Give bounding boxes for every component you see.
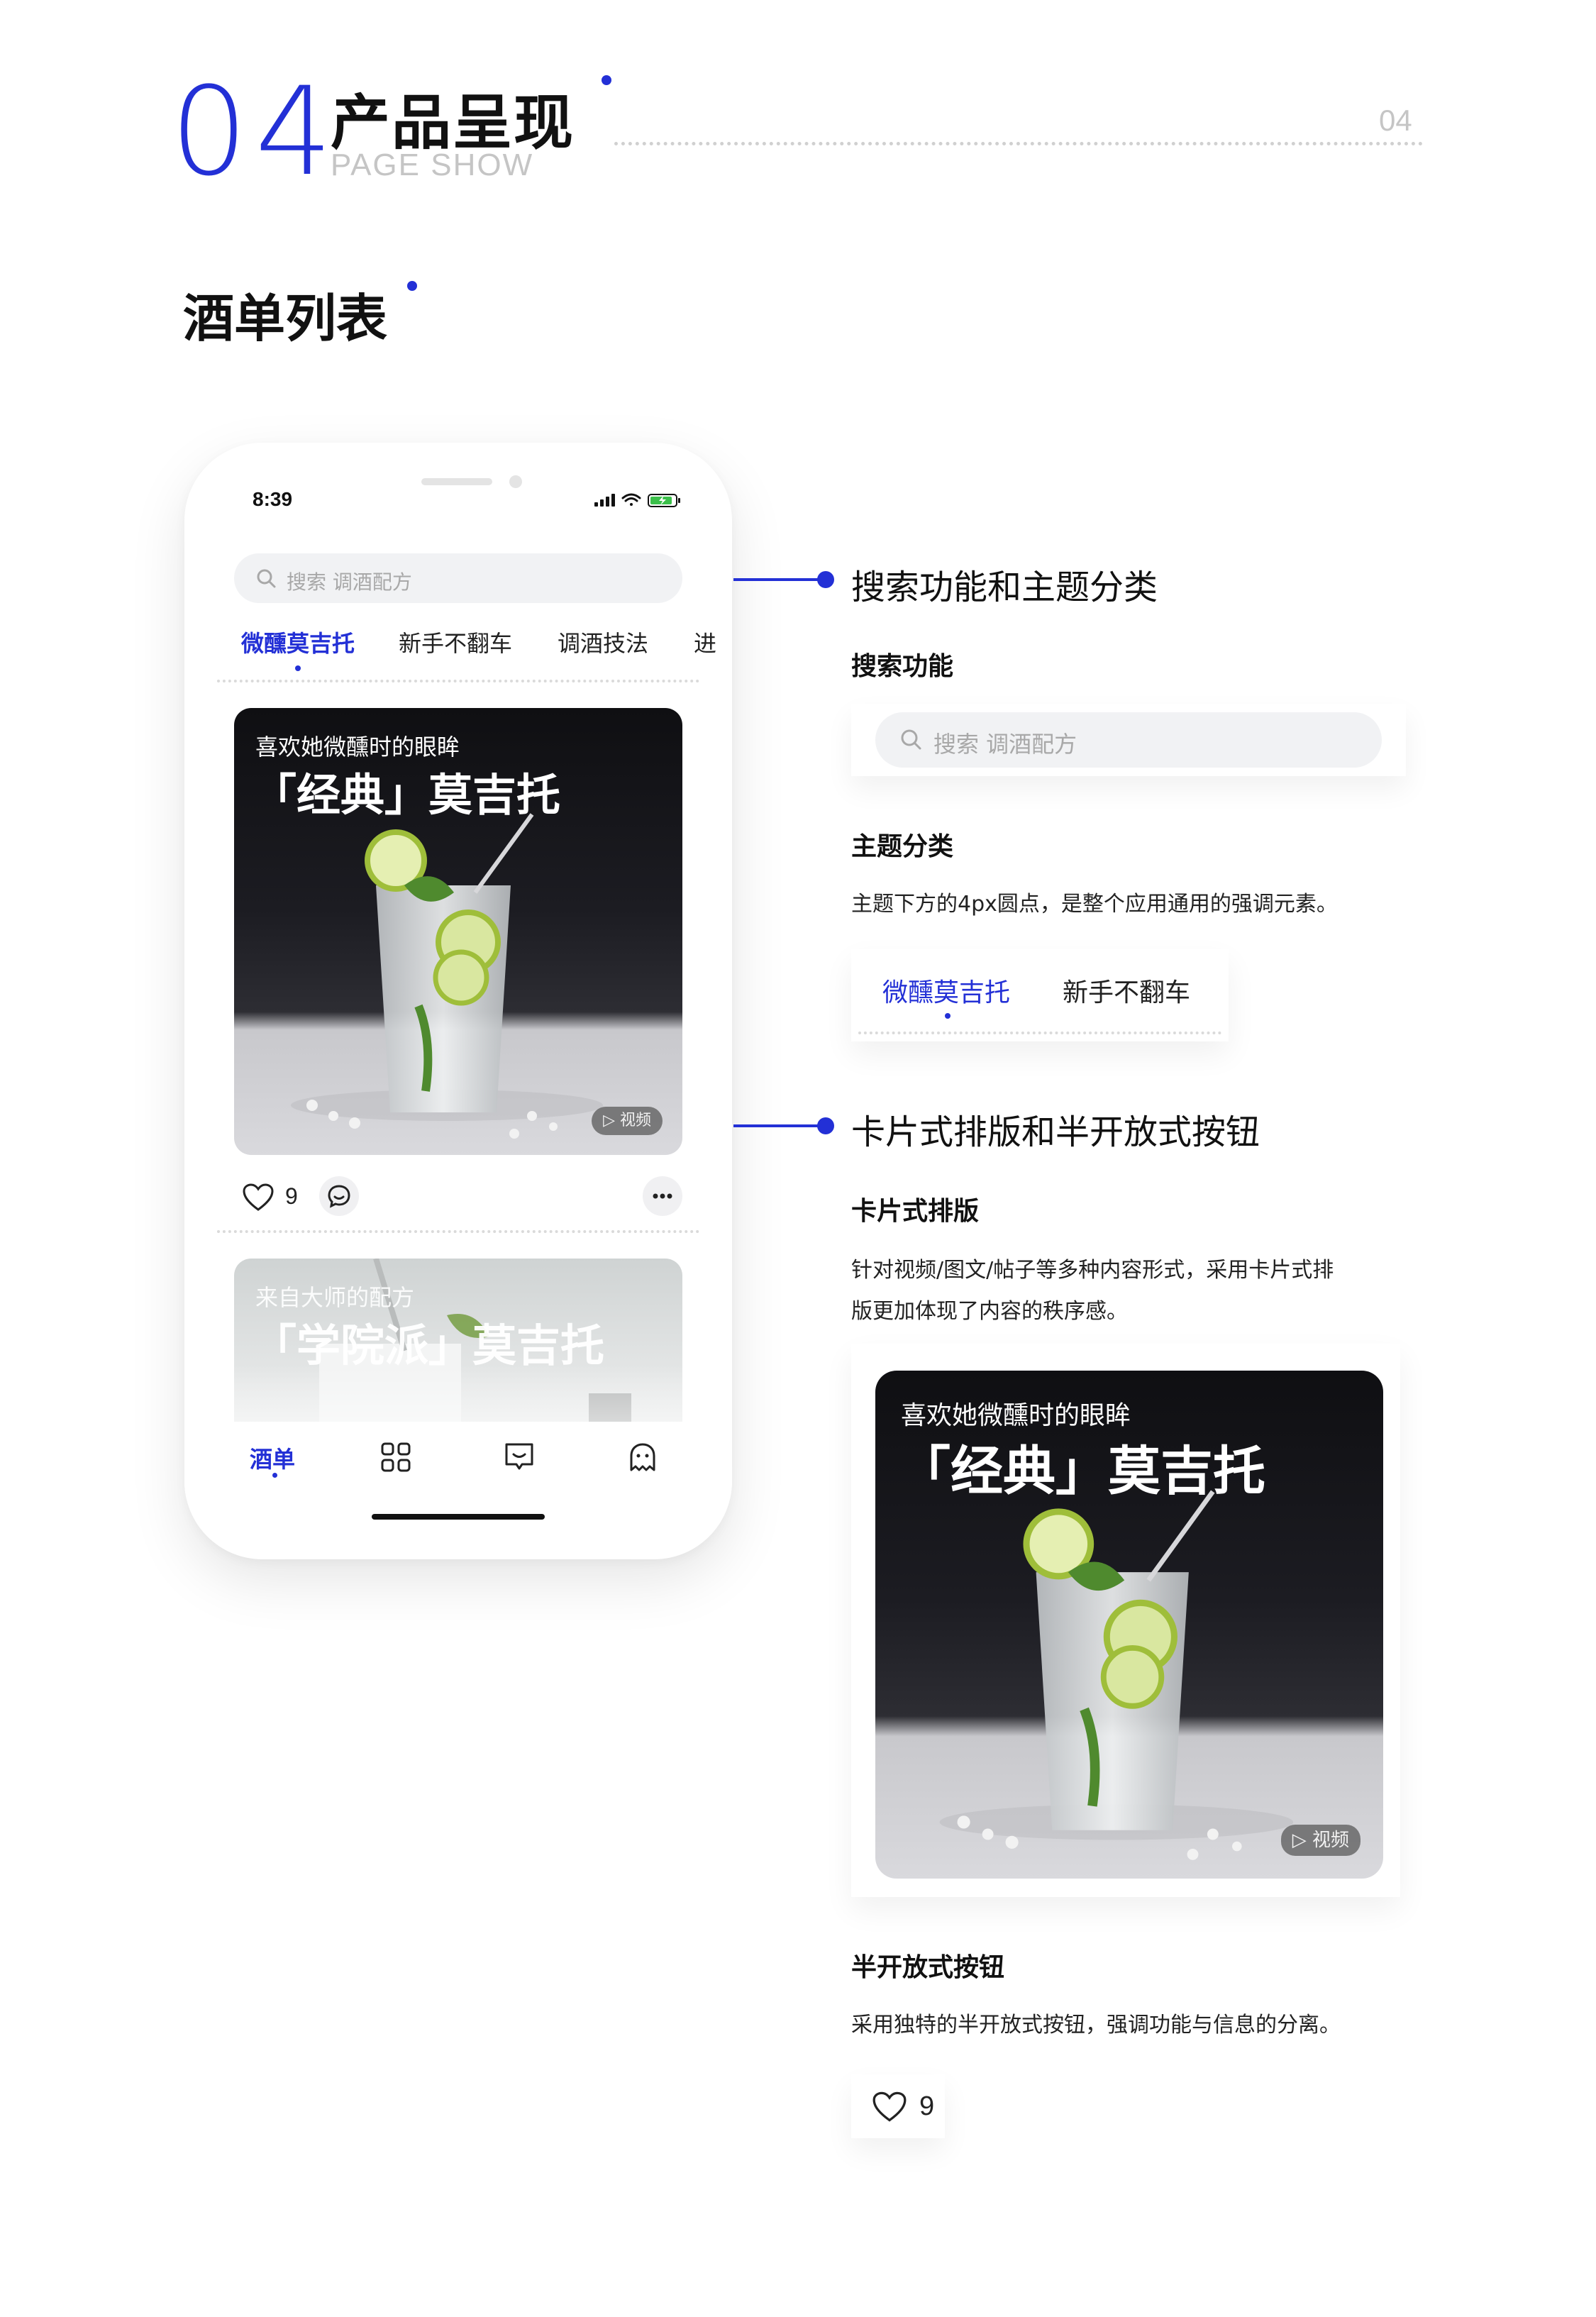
theme-tabs: 微醺莫吉托 新手不翻车 调酒技法 进 [184,626,732,671]
header-dotted-divider [614,142,1423,145]
video-badge-label: 视频 [619,1112,651,1129]
connector-line-2 [733,1124,826,1127]
theme-description: 主题下方的4px圆点，是整个应用通用的强调元素。 [851,892,1338,917]
card-dotted-divider [217,1230,699,1233]
battery-icon [648,494,680,507]
annotation-heading-search: 搜索功能和主题分类 [851,568,1158,607]
tab-beginner[interactable]: 新手不翻车 [399,626,512,658]
wifi-icon [621,493,641,506]
like-sample-count: 9 [919,2091,935,2121]
page-number: 04 [1379,104,1412,137]
card-layout-label: 卡片式排版 [851,1197,980,1226]
half-open-button-desc: 采用独特的半开放式按钮，强调功能与信息的分离。 [851,2013,1341,2037]
tabs-dotted-divider [217,680,699,682]
nav-active-dot [272,1473,277,1478]
theme-sample-panel: 微醺莫吉托 新手不翻车 [851,949,1229,1041]
tab-mojito[interactable]: 微醺莫吉托 [241,626,355,658]
connector-dot-2 [817,1117,834,1134]
sample-tab-beginner[interactable]: 新手不翻车 [1063,972,1190,1009]
card-subtitle: 喜欢她微醺时的眼眸 [255,734,460,761]
more-icon [653,1193,672,1199]
annotation-heading-card: 卡片式排版和半开放式按钮 [851,1112,1260,1152]
comment-icon [328,1185,350,1208]
nav-community[interactable] [504,1442,535,1476]
grid-icon [381,1442,411,1472]
more-button[interactable] [643,1176,682,1216]
theme-label: 主题分类 [851,832,954,861]
like-count: 9 [285,1183,298,1209]
sample-tab-mojito[interactable]: 微醺莫吉托 [882,972,1010,1009]
card-sample-video-badge: ▷ 视频 [1280,1825,1361,1856]
page-subtitle: PAGE SHOW [331,148,534,182]
heart-icon[interactable] [872,2091,907,2123]
nav-grid[interactable] [380,1442,411,1476]
card-sample-panel: 喜欢她微醺时的眼眸 「经典」莫吉托 ▷ 视频 [851,1344,1400,1897]
chat-icon [505,1443,533,1470]
tab-technique[interactable]: 调酒技法 [558,626,648,658]
card-sample-title: 「经典」莫吉托 [898,1441,1265,1502]
card-title: 「经典」莫吉托 [253,769,561,821]
home-indicator [372,1514,545,1520]
tab-more[interactable]: 进 [694,626,716,658]
bottom-nav: 酒单 [184,1422,732,1500]
card2-subtitle: 来自大师的配方 [255,1284,415,1311]
heart-icon[interactable] [243,1183,274,1212]
signal-icon [594,494,615,507]
nav-profile[interactable] [627,1442,658,1476]
section-number: 04 [170,60,340,203]
card-sample-subtitle: 喜欢她微醺时的眼眸 [901,1401,1131,1430]
phone-mockup: 8:39 搜索 调酒配方 微醺莫吉托 新手不翻车 调酒技法 进 喜欢她微醺时的眼… [184,443,732,1559]
nav-drinks-label: 酒单 [250,1446,296,1473]
play-icon: ▷ [1292,1830,1312,1851]
search-icon [257,569,276,588]
cocktail-card[interactable]: 喜欢她微醺时的眼眸 「经典」莫吉托 ▷ 视频 [234,708,682,1155]
ghost-icon [630,1443,655,1471]
front-camera [509,475,522,488]
video-badge: ▷ 视频 [592,1107,663,1135]
status-time: 8:39 [253,488,293,510]
sample-active-dot [945,1013,951,1019]
connector-dot-1 [817,571,834,588]
search-sample-panel: 搜索 调酒配方 [851,704,1406,776]
card-actions: 9 [234,1176,682,1219]
search-label: 搜索功能 [851,652,954,681]
section-accent-dot [407,281,417,291]
title-accent-dot [602,75,611,85]
connector-line-1 [733,578,826,581]
speaker-pill [421,478,492,485]
card-layout-desc-1: 针对视频/图文/帖子等多种内容形式，采用卡片式排 [851,1258,1334,1283]
search-sample-input[interactable]: 搜索 调酒配方 [875,712,1382,768]
search-input[interactable]: 搜索 调酒配方 [234,553,682,603]
status-icons [594,492,688,511]
card-layout-desc-2: 版更加体现了内容的秩序感。 [851,1299,1128,1324]
comment-button[interactable] [319,1176,359,1216]
card2-title: 「学院派」莫吉托 [253,1320,605,1371]
like-sample-panel: 9 [851,2074,945,2138]
card-sample[interactable]: 喜欢她微醺时的眼眸 「经典」莫吉托 ▷ 视频 [875,1371,1383,1879]
search-icon [901,729,921,750]
search-placeholder: 搜索 调酒配方 [287,570,412,594]
search-sample-placeholder: 搜索 调酒配方 [933,731,1077,758]
card-sample-badge-label: 视频 [1312,1830,1349,1851]
active-tab-dot [295,665,301,671]
section-title: 酒单列表 [183,289,388,348]
nav-drinks[interactable]: 酒单 [250,1442,295,1474]
sample-dotted-divider [858,1032,1221,1034]
play-icon: ▷ [603,1112,620,1129]
half-open-button-label: 半开放式按钮 [851,1953,1005,1982]
